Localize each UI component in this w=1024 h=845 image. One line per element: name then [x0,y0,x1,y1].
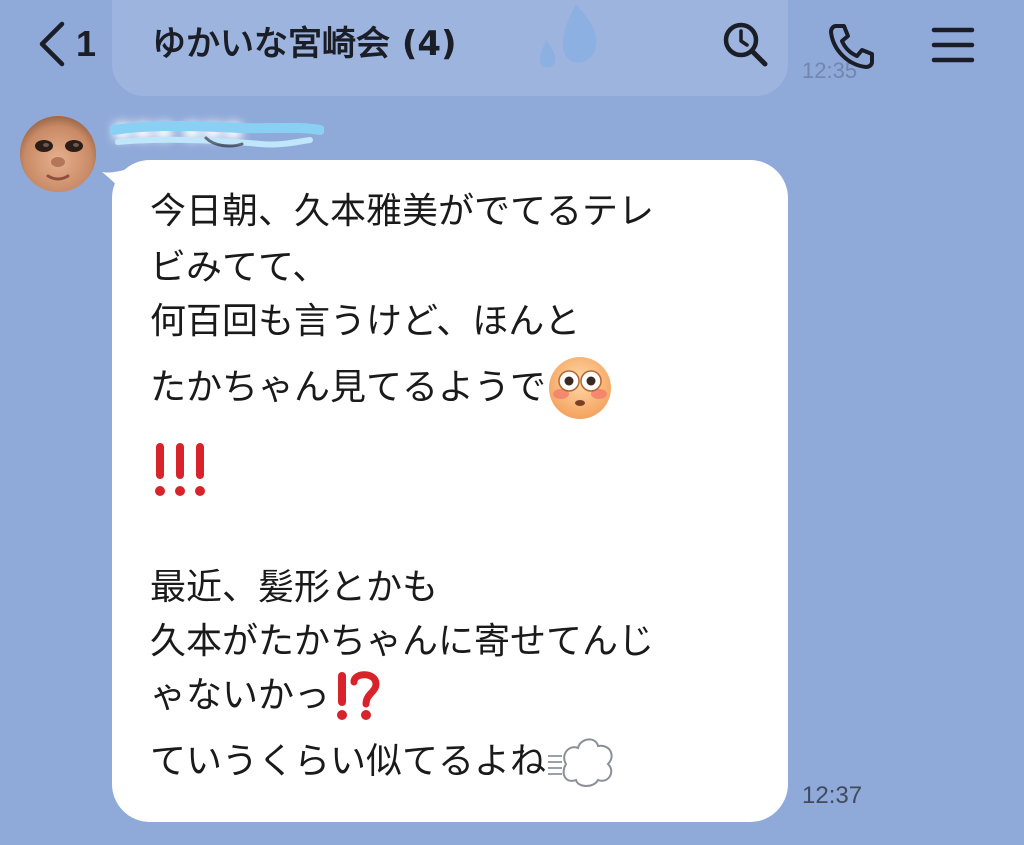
message-line-7: 久本がたかちゃんに寄せてんじ [150,618,654,666]
message-line-9: ていうくらい似てるよね [150,738,618,787]
triple-exclamation-emoji [155,443,205,496]
message-time: 12:37 [802,782,863,809]
back-button[interactable]: 1 [34,18,96,70]
phone-icon [829,24,874,69]
message-line-6: 最近、髪形とかも [150,564,438,612]
message-text: ていうくらい似てるよね [150,741,547,782]
chat-title: ゆかいな宮崎会 (4) [152,24,457,64]
message-line-4: たかちゃん見てるようで [150,357,614,419]
flushed-face-emoji [549,357,612,419]
interrobang-emoji [337,671,380,720]
message-line-2: ビみてて、 [150,244,328,292]
message-line-3: 何百回も言うけど、ほんと [150,298,580,346]
message-line-5 [150,434,210,504]
message-line-1: 今日朝、久本雅美がでてるテレ [150,188,654,236]
chat-screen: 12:35 1 ゆかいな宮崎会 (4) ■■■ ■■■ 今日朝、久本雅美がでてる… [0,0,1024,845]
unread-count: 1 [76,23,97,64]
name-redaction-scribble [110,121,324,148]
search-icon [723,22,768,67]
call-button[interactable] [824,18,878,72]
message-line-8: ゃないかっ [150,671,386,720]
face-photo [20,116,96,192]
menu-button[interactable] [926,18,980,72]
message-text: 今日朝、久本雅美がでてるテレ [150,191,655,232]
dashing-away-emoji [548,738,613,787]
message-text: ビみてて、 [150,247,329,288]
message-text: 何百回も言うけど、ほんと [150,301,581,342]
message-text: 久本がたかちゃんに寄せてんじ [150,621,655,662]
message-text: 最近、髪形とかも [150,567,439,608]
chevron-left-icon [39,21,65,67]
avatar[interactable] [20,116,96,192]
search-button[interactable] [718,18,772,72]
chat-header: 1 ゆかいな宮崎会 (4) [0,0,1024,88]
message-text: たかちゃん見てるようで [150,367,547,408]
hamburger-menu-icon [931,27,975,63]
message-text: ゃないかっ [150,675,331,716]
